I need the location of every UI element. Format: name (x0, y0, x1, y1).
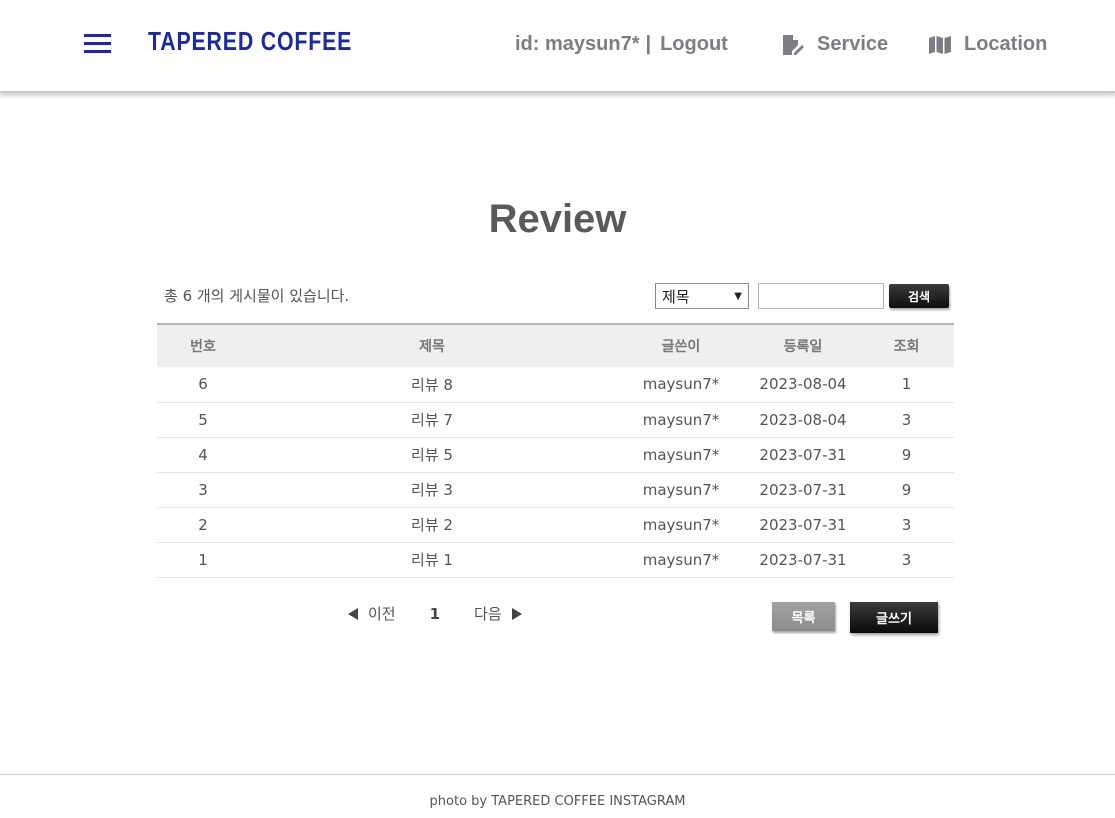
post-count-text: 총 6 개의 게시물이 있습니다. (164, 287, 350, 305)
cell-title[interactable]: 리뷰 2 (249, 507, 615, 543)
write-button[interactable]: 글쓰기 (850, 602, 938, 633)
search-field-select[interactable]: 제목 ▼ (655, 283, 749, 309)
cell-number: 1 (157, 542, 249, 578)
cell-title[interactable]: 리뷰 7 (249, 402, 615, 438)
pagination: 이전 1 다음 (348, 603, 522, 624)
cell-number: 2 (157, 507, 249, 543)
file-edit-icon (783, 34, 804, 55)
cell-title[interactable]: 리뷰 3 (249, 472, 615, 508)
nav-service[interactable]: Service (781, 33, 888, 56)
separator: | (645, 33, 652, 55)
table-row[interactable]: 3 리뷰 3 maysun7* 2023-07-31 9 (157, 472, 954, 508)
cell-views: 9 (859, 472, 954, 508)
prev-page-label: 이전 (368, 605, 396, 623)
table-row[interactable]: 2 리뷰 2 maysun7* 2023-07-31 3 (157, 507, 954, 543)
nav-service-label: Service (817, 33, 889, 55)
cell-number: 5 (157, 402, 249, 438)
cell-date: 2023-08-04 (747, 367, 859, 403)
cell-title[interactable]: 리뷰 1 (249, 542, 615, 578)
cell-number: 4 (157, 437, 249, 473)
cell-number: 6 (157, 367, 249, 403)
next-page-link[interactable]: 다음 (474, 603, 522, 624)
current-page-number[interactable]: 1 (430, 605, 440, 623)
table-row[interactable]: 5 리뷰 7 maysun7* 2023-08-04 3 (157, 402, 954, 438)
user-area: id: maysun7* | Logout (515, 33, 728, 56)
caret-left-icon (348, 607, 358, 620)
header-number: 번호 (190, 339, 216, 355)
header-date: 등록일 (783, 339, 823, 355)
review-table: 번호 제목 글쓴이 등록일 조회 6 리뷰 8 maysun7* 2023-08… (157, 323, 954, 578)
cell-date: 2023-07-31 (747, 437, 859, 473)
table-row[interactable]: 4 리뷰 5 maysun7* 2023-07-31 9 (157, 437, 954, 473)
cell-views: 3 (859, 542, 954, 578)
cell-writer: maysun7* (615, 507, 747, 543)
cell-date: 2023-07-31 (747, 507, 859, 543)
header-writer: 글쓴이 (661, 339, 701, 355)
logout-link[interactable]: Logout (660, 33, 728, 55)
page-title: Review (488, 197, 627, 241)
cell-date: 2023-07-31 (747, 542, 859, 578)
chevron-down-icon: ▼ (734, 290, 742, 302)
caret-right-icon (511, 607, 522, 620)
cell-views: 3 (859, 507, 954, 543)
table-header-row: 번호 제목 글쓴이 등록일 조회 (157, 324, 954, 367)
prev-page-link[interactable]: 이전 (348, 603, 396, 624)
cell-writer: maysun7* (615, 402, 747, 438)
cell-writer: maysun7* (615, 437, 747, 473)
header-views: 조회 (893, 339, 920, 355)
cell-date: 2023-08-04 (747, 402, 859, 438)
list-button[interactable]: 목록 (772, 602, 835, 631)
cell-writer: maysun7* (615, 367, 747, 403)
cell-writer: maysun7* (615, 472, 747, 508)
next-page-label: 다음 (474, 605, 502, 623)
table-row[interactable]: 6 리뷰 8 maysun7* 2023-08-04 1 (157, 367, 954, 403)
search-field-selected: 제목 (662, 287, 690, 306)
cell-views: 9 (859, 437, 954, 473)
site-header: TAPERED COFFEE id: maysun7* | Logout Servi… (0, 0, 1115, 93)
search-input[interactable] (758, 283, 884, 309)
cell-title[interactable]: 리뷰 5 (249, 437, 615, 473)
header-title: 제목 (419, 339, 445, 355)
cell-title[interactable]: 리뷰 8 (249, 367, 615, 403)
table-row[interactable]: 1 리뷰 1 maysun7* 2023-07-31 3 (157, 542, 954, 578)
search-button[interactable]: 검색 (889, 284, 949, 308)
map-icon (929, 35, 951, 54)
cell-views: 1 (859, 367, 954, 403)
footer-credit: photo by TAPERED COFFEE INSTAGRAM (429, 794, 686, 809)
cell-writer: maysun7* (615, 542, 747, 578)
cell-views: 3 (859, 402, 954, 438)
nav-location[interactable]: Location (928, 33, 1047, 56)
cell-number: 3 (157, 472, 249, 508)
site-logo[interactable]: TAPERED COFFEE (148, 26, 352, 57)
site-footer: photo by TAPERED COFFEE INSTAGRAM (0, 774, 1115, 818)
hamburger-menu-icon[interactable] (84, 34, 112, 54)
user-id: id: maysun7* (515, 33, 640, 55)
cell-date: 2023-07-31 (747, 472, 859, 508)
nav-location-label: Location (964, 33, 1048, 55)
